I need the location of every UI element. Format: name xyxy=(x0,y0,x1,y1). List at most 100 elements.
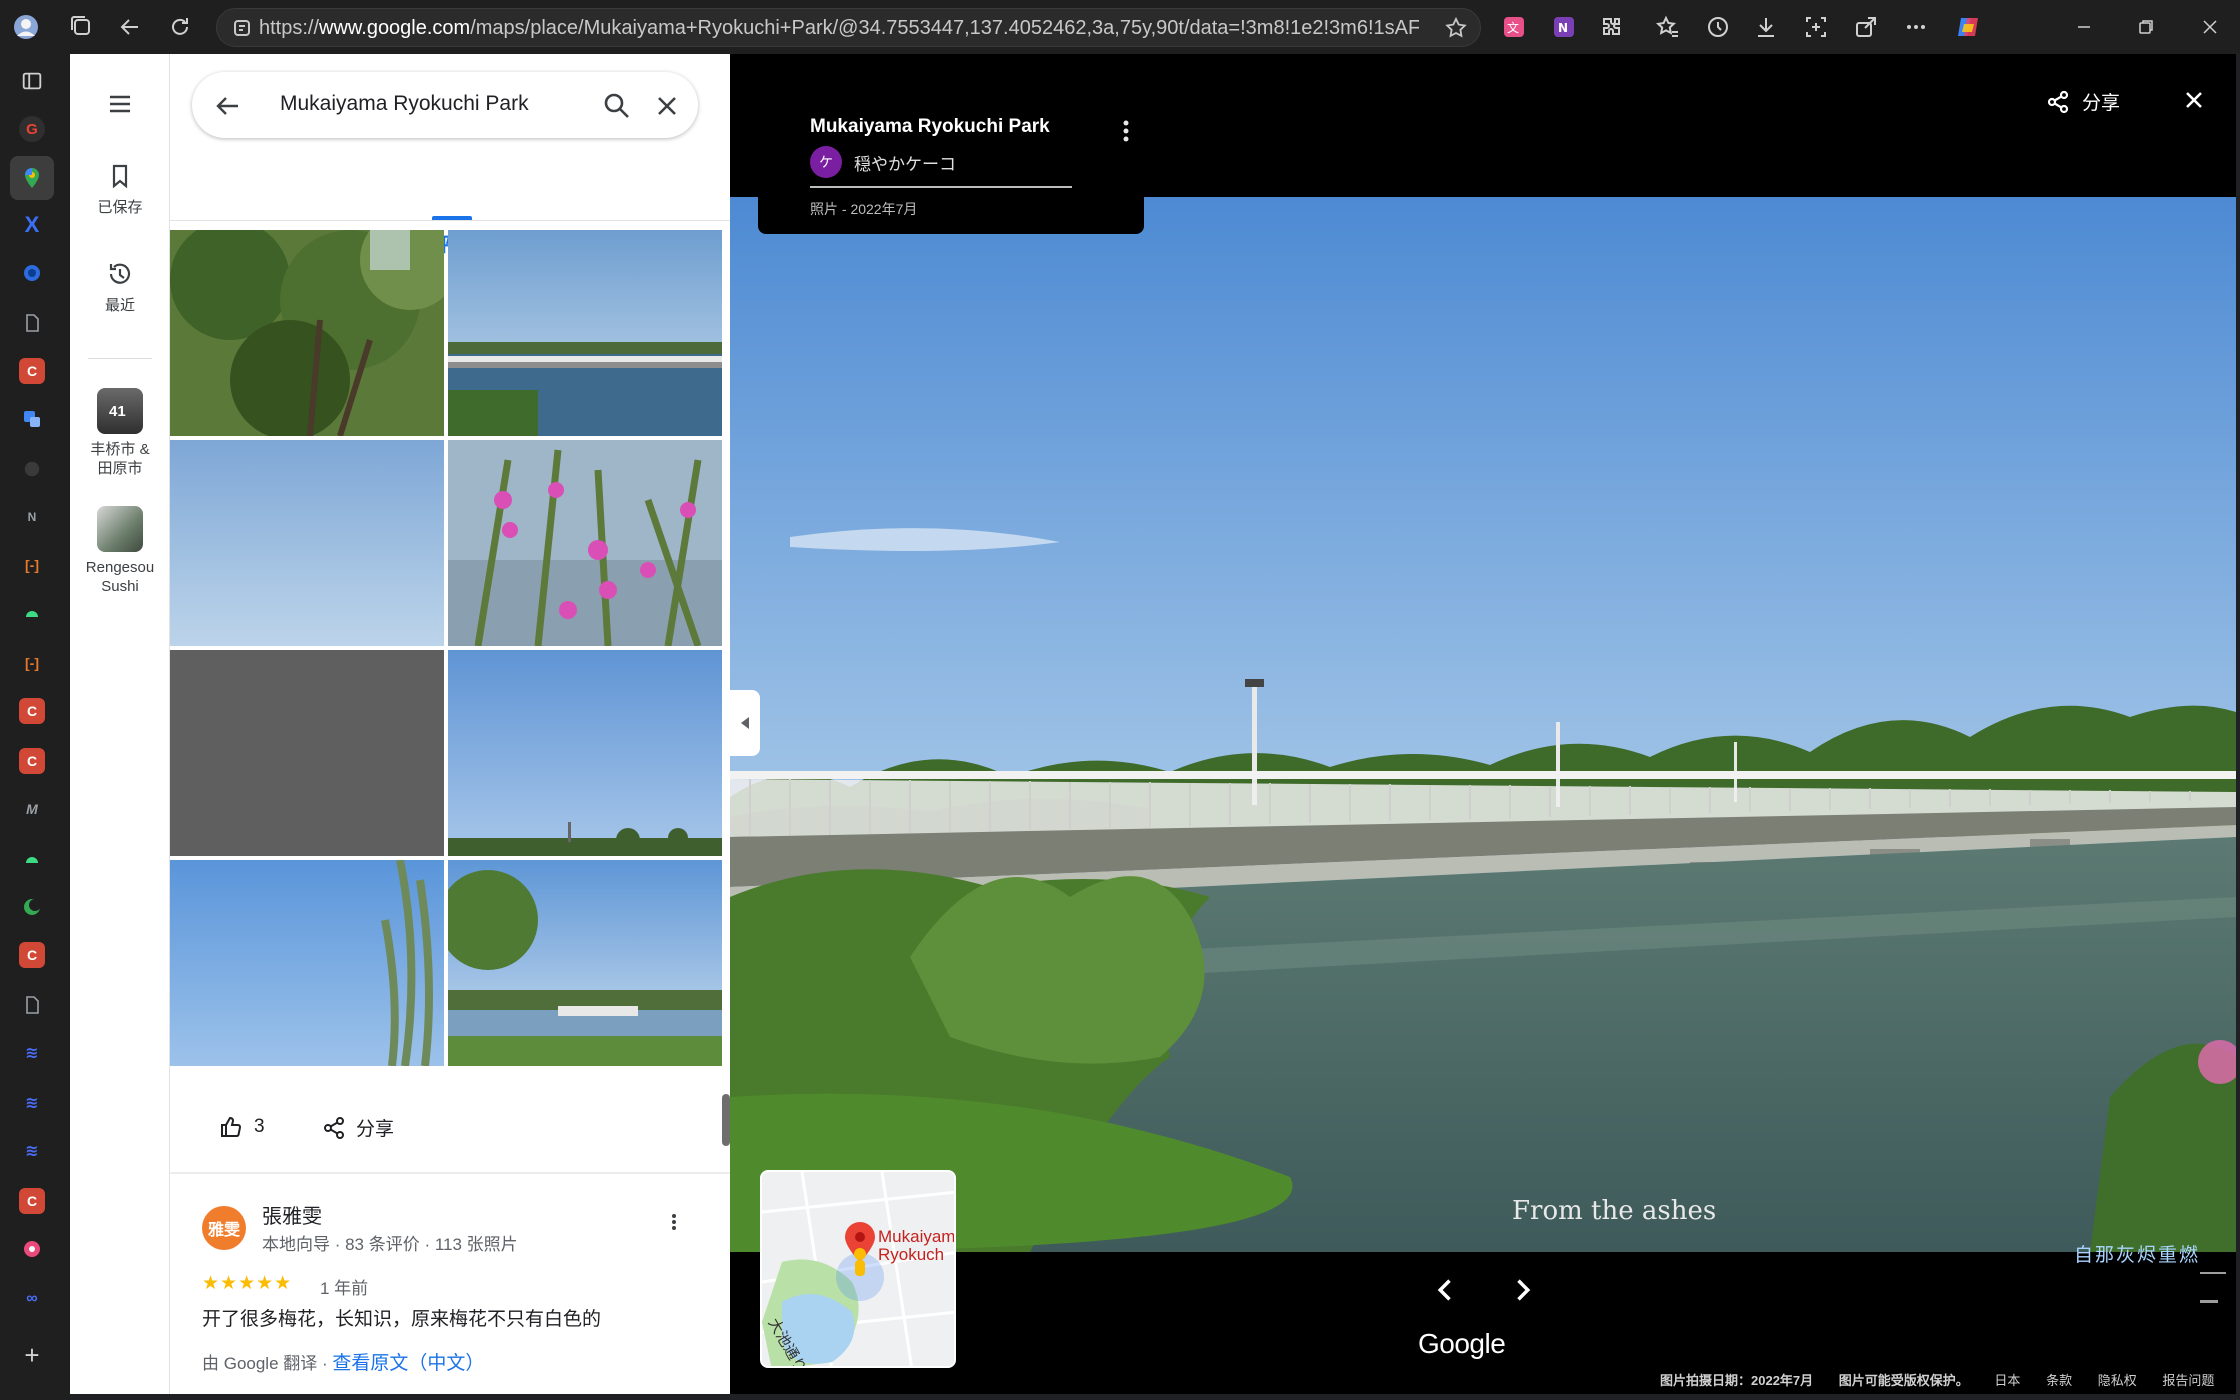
svg-text:N: N xyxy=(1558,21,1568,35)
browser-toolbar: https://www.google.com/maps/place/Mukaiy… xyxy=(0,0,2240,54)
review-photo-sky-trees[interactable] xyxy=(448,650,722,856)
favorites-icon[interactable] xyxy=(1650,9,1686,45)
review-photo-sky[interactable] xyxy=(170,440,444,646)
next-photo-icon[interactable] xyxy=(1508,1276,1536,1304)
photo-more-icon[interactable] xyxy=(1116,118,1136,144)
google-tab-icon[interactable]: G xyxy=(19,116,45,142)
viewer-footer: 图片拍摄日期：2022年7月 图片可能受版权保护。 日本 条款 隐私权 报告问题 xyxy=(1660,1370,2230,1389)
android-icon[interactable] xyxy=(19,600,45,626)
review-photo-tree[interactable] xyxy=(170,230,444,436)
onenote-extension-icon[interactable]: N xyxy=(1546,9,1582,45)
place-panel: Mukaiyama Ryokuchi Park 概览 评价 简介 xyxy=(170,54,730,1394)
tab-actions-icon[interactable] xyxy=(64,9,100,45)
review-photo-bridge[interactable] xyxy=(448,230,722,436)
translate-extension-icon[interactable]: 文 xyxy=(1496,9,1532,45)
flower-app-icon[interactable] xyxy=(19,1236,45,1262)
translate-app-icon[interactable] xyxy=(19,406,45,432)
search-icon[interactable] xyxy=(602,91,632,121)
url-text: https://www.google.com/maps/place/Mukaiy… xyxy=(259,17,1419,39)
privacy-link[interactable]: 隐私权 xyxy=(2098,1373,2137,1388)
place-thumbnail xyxy=(97,506,143,552)
review-photo-willow[interactable] xyxy=(170,860,444,1066)
google-logo: Google xyxy=(1418,1328,1506,1359)
search-box[interactable]: Mukaiyama Ryokuchi Park xyxy=(192,72,698,138)
view-original-link[interactable]: 查看原文（中文） xyxy=(332,1353,484,1374)
reviewer-avatar[interactable]: 雅雯 xyxy=(202,1206,246,1250)
layers-app-icon-3[interactable]: ≋ xyxy=(19,1138,45,1164)
minimize-icon[interactable] xyxy=(2066,9,2102,45)
copilot-icon[interactable] xyxy=(1950,9,1986,45)
place-thumbnail: 41 xyxy=(97,388,143,434)
android-icon-2[interactable] xyxy=(19,846,45,872)
like-button[interactable]: 3 xyxy=(218,1114,265,1140)
collapse-panel-button[interactable] xyxy=(730,690,760,756)
reviewer-name[interactable]: 張雅雯 xyxy=(262,1200,322,1229)
zoom-control-line-2 xyxy=(2200,1300,2218,1303)
extensions-icon[interactable] xyxy=(1594,9,1630,45)
x-app-icon[interactable]: X xyxy=(19,212,45,238)
share-page-icon[interactable] xyxy=(1848,9,1884,45)
clear-search-icon[interactable] xyxy=(654,93,680,119)
saved-button[interactable]: 已保存 xyxy=(70,162,170,217)
photo-info-card: Mukaiyama Ryokuchi Park ケ 穏やかケーコ 照片 - 20… xyxy=(758,72,1144,234)
recent-button[interactable]: 最近 xyxy=(70,260,170,315)
close-window-icon[interactable] xyxy=(2192,9,2228,45)
main-photo[interactable] xyxy=(730,197,2236,1252)
photo-date: 照片 - 2022年7月 xyxy=(810,201,918,217)
site-info-icon[interactable] xyxy=(231,17,253,39)
review-more-icon[interactable] xyxy=(664,1212,684,1232)
viewer-share-button[interactable]: 分享 xyxy=(2046,88,2120,115)
dark-circle-icon[interactable] xyxy=(19,456,45,482)
downloads-icon[interactable] xyxy=(1748,9,1784,45)
share-review-button[interactable]: 分享 xyxy=(322,1114,394,1141)
c-app-icon-3[interactable]: C xyxy=(19,748,45,774)
c-app-icon-5[interactable]: C xyxy=(19,1188,45,1214)
maps-tab-icon[interactable] xyxy=(10,156,54,200)
menu-button[interactable] xyxy=(70,90,170,124)
photo-author[interactable]: 穏やかケーコ xyxy=(854,150,956,175)
close-viewer-icon[interactable] xyxy=(2182,88,2206,112)
c-app-icon[interactable]: C xyxy=(19,358,45,384)
document-icon[interactable] xyxy=(19,310,45,336)
sidebar-panel-icon[interactable] xyxy=(19,68,45,94)
recent-place-toyohashi[interactable]: 41 丰桥市 & 田原市 xyxy=(70,388,170,478)
back-arrow-icon[interactable] xyxy=(214,92,242,120)
favorite-star-icon[interactable] xyxy=(1444,16,1468,40)
circle-app-icon[interactable] xyxy=(19,260,45,286)
review-photo-pond[interactable] xyxy=(448,860,722,1066)
infinity-app-icon[interactable]: ∞ xyxy=(19,1286,45,1312)
m-app-icon[interactable]: M xyxy=(19,796,45,822)
n-app-icon[interactable]: N xyxy=(19,504,45,530)
refresh-icon[interactable] xyxy=(162,9,198,45)
viewer-place-title[interactable]: Mukaiyama Ryokuchi Park xyxy=(810,116,1050,138)
author-avatar[interactable]: ケ xyxy=(810,146,842,178)
region-link[interactable]: 日本 xyxy=(1994,1373,2020,1388)
recent-place-rengesou[interactable]: Rengesou Sushi xyxy=(70,506,170,596)
moon-app-icon[interactable] xyxy=(19,894,45,920)
terms-link[interactable]: 条款 xyxy=(2046,1373,2072,1388)
address-bar[interactable]: https://www.google.com/maps/place/Mukaiy… xyxy=(216,8,1481,47)
c-app-icon-4[interactable]: C xyxy=(19,942,45,968)
mini-map[interactable]: 大池通り Mukaiyam Ryokuch xyxy=(760,1170,956,1368)
more-menu-icon[interactable] xyxy=(1898,9,1934,45)
search-input[interactable]: Mukaiyama Ryokuchi Park xyxy=(280,92,529,116)
panel-scrollbar-thumb[interactable] xyxy=(722,1094,730,1146)
add-sidebar-app-icon[interactable]: + xyxy=(19,1340,45,1370)
bracket-app-icon[interactable]: [-] xyxy=(19,552,45,578)
translated-by-label: 由 Google 翻译 · xyxy=(202,1354,333,1373)
c-app-icon-2[interactable]: C xyxy=(19,698,45,724)
restore-icon[interactable] xyxy=(2128,9,2164,45)
history-toolbar-icon[interactable] xyxy=(1700,9,1736,45)
layers-app-icon[interactable]: ≋ xyxy=(19,1040,45,1066)
report-link[interactable]: 报告问题 xyxy=(2162,1373,2214,1388)
screenshot-icon[interactable] xyxy=(1798,9,1834,45)
share-icon xyxy=(2047,90,2069,113)
bracket-app-icon-2[interactable]: [-] xyxy=(19,650,45,676)
previous-photo-icon[interactable] xyxy=(1432,1276,1460,1304)
document-icon-2[interactable] xyxy=(19,992,45,1018)
back-icon[interactable] xyxy=(112,9,148,45)
review-photo-flowers[interactable] xyxy=(448,440,722,646)
review-photo-loading[interactable] xyxy=(170,650,444,856)
layers-app-icon-2[interactable]: ≋ xyxy=(19,1090,45,1116)
profile-avatar[interactable] xyxy=(8,9,44,45)
